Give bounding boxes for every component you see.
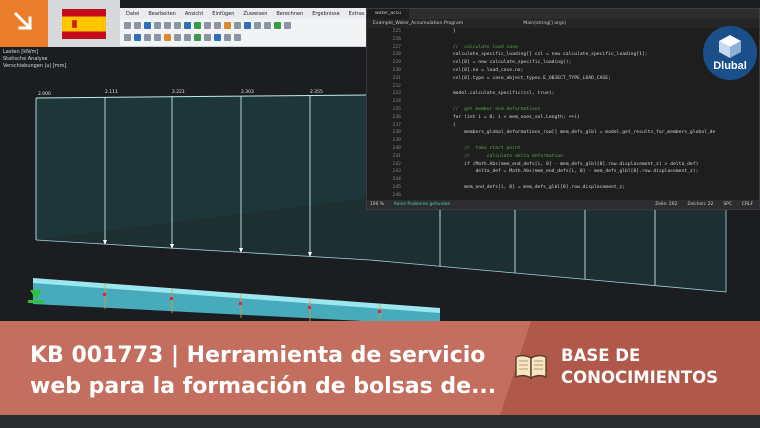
code-text: } xyxy=(419,29,456,34)
code-text: csl[0].no = load_case.no; xyxy=(419,67,524,73)
line-number: 233 xyxy=(392,91,401,97)
line-number: 242 xyxy=(392,161,401,167)
code-text: // take start point xyxy=(419,145,521,151)
code-text: model.calculate_specific(csl, true); xyxy=(419,91,555,97)
code-editor-window: water_accu Example_Water_Accumulation.Pr… xyxy=(366,8,760,210)
issues-status[interactable]: Keine Probleme gefunden xyxy=(394,202,450,207)
code-line[interactable]: 234 xyxy=(367,98,759,106)
code-line[interactable]: 235 // get member end deformations xyxy=(367,106,759,114)
code-line[interactable]: 226 xyxy=(367,36,759,44)
code-line[interactable]: 237 { xyxy=(367,122,759,130)
code-line[interactable]: 233 model.calculate_specific(csl, true); xyxy=(367,90,759,98)
code-text: mem_end_defs[i, 0] = mem_defs_glbl[0].ro… xyxy=(419,184,626,190)
code-line[interactable]: 229 csl[0] = new calculate_specific_load… xyxy=(367,59,759,67)
member-value-1: 2.000 xyxy=(38,91,51,97)
line-number: 243 xyxy=(392,169,401,175)
breadcrumb-method[interactable]: Main(string[] args) xyxy=(523,21,566,26)
code-area[interactable]: 225 } 226 227 // calculate load case 228 ca… xyxy=(367,28,759,200)
member-value-5: 2.355 xyxy=(310,89,323,95)
book-icon xyxy=(515,354,547,380)
code-line[interactable]: 230 csl[0].no = load_case.no; xyxy=(367,67,759,75)
line-number: 226 xyxy=(392,36,401,42)
rfem-application: Datei Bearbeiten Ansicht Einfügen Zuweisen Be… xyxy=(0,0,760,428)
editor-breadcrumb: Example_Water_Accumulation.Program Main(… xyxy=(367,19,759,28)
member-value-4: 2.303 xyxy=(241,89,254,95)
zoom-level[interactable]: 100 % xyxy=(370,202,384,207)
line-number: 238 xyxy=(392,130,401,136)
code-line[interactable]: 243 delta_def = Math.Abs(mem_end_defs[i,… xyxy=(367,168,759,176)
editor-tab[interactable]: water_accu xyxy=(367,9,410,19)
line-number: 236 xyxy=(392,114,401,120)
code-line[interactable]: 242 if (Math.Abs(mem_end_defs[i, 0] - me… xyxy=(367,161,759,169)
spain-flag-icon xyxy=(62,9,106,39)
code-text: { xyxy=(419,122,456,128)
code-line[interactable]: 232 xyxy=(367,83,759,91)
code-text: calculate_specific_loading[] csl = new c… xyxy=(419,52,648,58)
breadcrumb-class[interactable]: Example_Water_Accumulation.Program xyxy=(373,21,463,26)
knowledge-base-label-line-2: CONOCIMIENTOS xyxy=(561,368,719,387)
article-title-line-2: web para la formación de bolsas de... xyxy=(30,374,497,399)
line-number: 228 xyxy=(392,52,401,58)
corner-badge xyxy=(0,0,48,47)
line-endings[interactable]: CRLF xyxy=(742,202,753,207)
code-line[interactable]: 227 // calculate load case xyxy=(367,44,759,52)
code-line[interactable]: 240 // take start point xyxy=(367,145,759,153)
line-number: 232 xyxy=(392,83,401,89)
line-number: 246 xyxy=(392,192,401,198)
knowledge-base-label: BASE DE CONOCIMIENTOS xyxy=(561,345,718,389)
code-text: // calculate load case xyxy=(419,44,518,50)
knowledge-base-label-line-1: BASE DE xyxy=(561,346,641,365)
line-number: 231 xyxy=(392,75,401,81)
line-number: 240 xyxy=(392,145,401,151)
code-text: csl[0] = new calculate_specific_loading(… xyxy=(419,60,572,66)
code-line[interactable]: 225 } xyxy=(367,28,759,36)
line-number: 234 xyxy=(392,99,401,105)
line-number: 225 xyxy=(392,29,401,34)
article-title-line-1: KB 001773 | Herramienta de servicio xyxy=(30,343,486,368)
code-line[interactable]: 244 xyxy=(367,176,759,184)
cursor-line: Zeile: 262 xyxy=(655,202,678,207)
code-line[interactable]: 245 mem_end_defs[i, 0] = mem_defs_glbl[0… xyxy=(367,184,759,192)
line-number: 230 xyxy=(392,67,401,73)
dlubal-logo: Dlubal xyxy=(703,26,757,80)
code-text: csl[0].type = case_object_types.E_OBJECT… xyxy=(419,75,611,81)
arrow-down-right-icon xyxy=(13,11,33,31)
line-number: 241 xyxy=(392,153,401,159)
code-text: if (Math.Abs(mem_end_defs[i, 0] - mem_de… xyxy=(419,161,699,167)
article-title: KB 001773 | Herramienta de servicio web … xyxy=(30,340,500,402)
language-tile xyxy=(0,0,120,47)
bottom-strip xyxy=(0,415,760,428)
code-text: delta_def = Math.Abs(mem_end_defs[i, 0] … xyxy=(419,169,699,175)
code-text: for (int i = 0; i < mem_noes_sel.Length;… xyxy=(419,114,580,120)
line-number: 237 xyxy=(392,122,401,128)
line-number: 227 xyxy=(392,44,401,50)
line-number: 229 xyxy=(392,60,401,66)
cursor-col: Zeichen: 22 xyxy=(687,202,714,207)
code-line[interactable]: 238 members_global_deformations_row[] me… xyxy=(367,129,759,137)
code-text: // calculate delta deformation xyxy=(419,153,563,159)
dlubal-wordmark: Dlubal xyxy=(713,60,747,72)
code-line[interactable]: 231 csl[0].type = case_object_types.E_OB… xyxy=(367,75,759,83)
line-number: 235 xyxy=(392,106,401,112)
line-number: 244 xyxy=(392,177,401,183)
editor-status-bar: 100 % Keine Probleme gefunden Zeile: 262… xyxy=(367,200,759,209)
member-value-3: 2.221 xyxy=(172,89,185,95)
support-base xyxy=(28,300,44,303)
code-line[interactable]: 228 calculate_specific_loading[] csl = n… xyxy=(367,51,759,59)
code-text: // get member end deformations xyxy=(419,106,541,112)
code-line[interactable]: 246 xyxy=(367,192,759,200)
line-number: 245 xyxy=(392,184,401,190)
code-text: members_global_deformations_row[] mem_de… xyxy=(419,130,716,136)
code-line[interactable]: 239 xyxy=(367,137,759,145)
whitespace-mode[interactable]: SPC xyxy=(723,202,732,207)
line-number: 239 xyxy=(392,138,401,144)
member-value-2: 2.111 xyxy=(105,89,118,95)
editor-tab-bar: water_accu xyxy=(367,9,759,19)
code-line[interactable]: 241 // calculate delta deformation xyxy=(367,153,759,161)
code-line[interactable]: 236 for (int i = 0; i < mem_noes_sel.Len… xyxy=(367,114,759,122)
